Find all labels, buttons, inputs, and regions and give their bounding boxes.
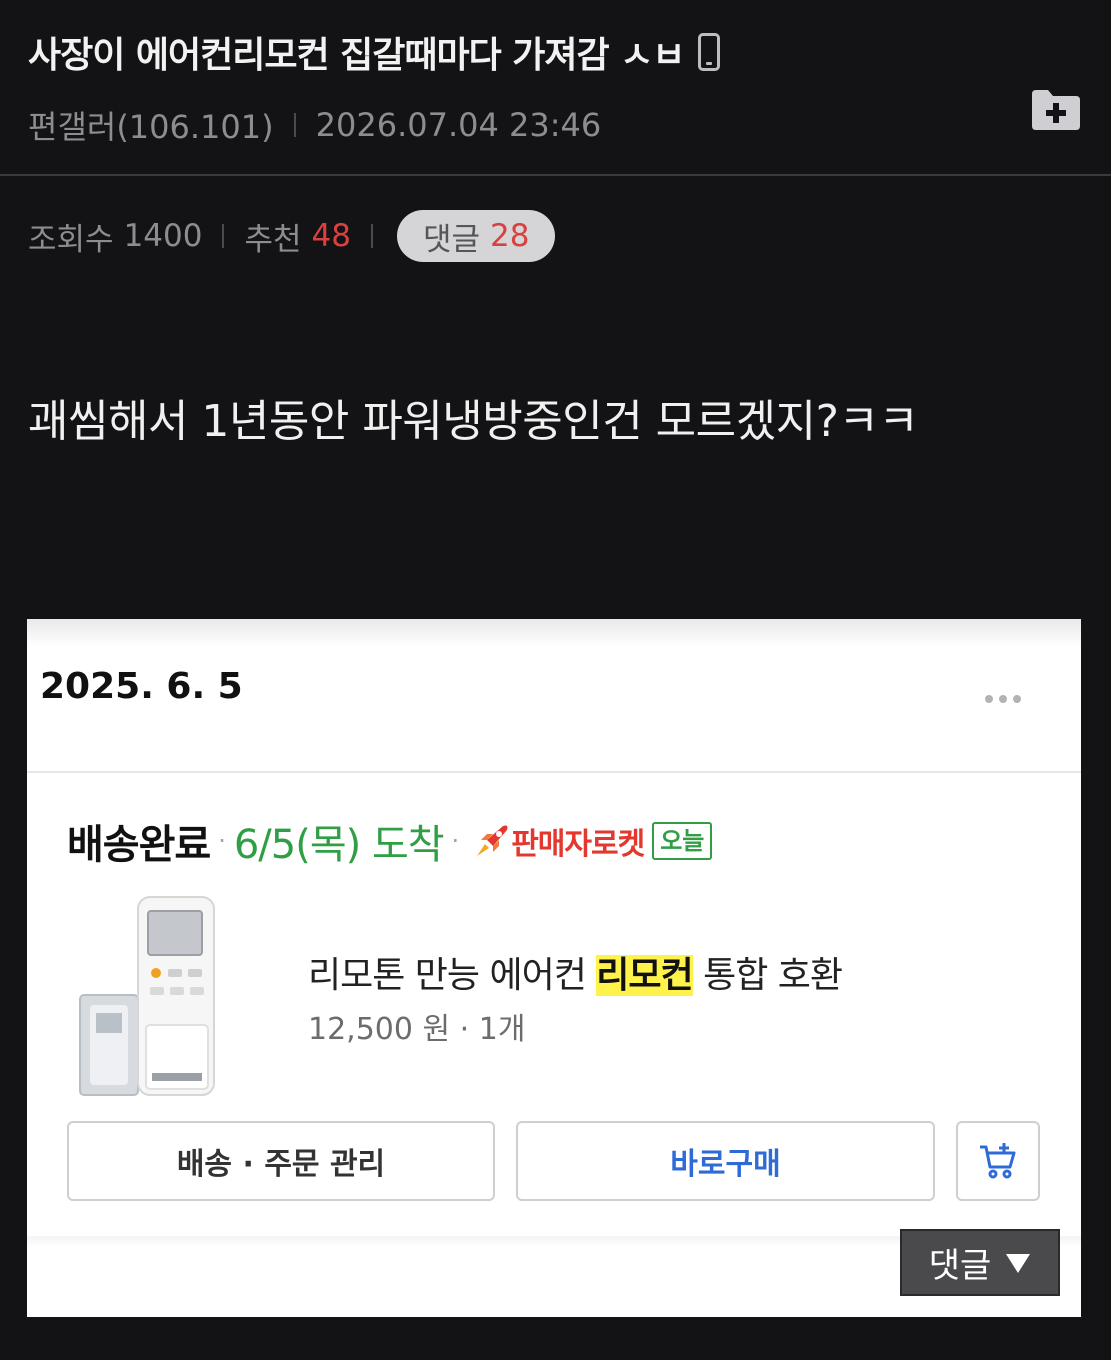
post-title: 사장이 에어컨리모컨 집갈때마다 가져감 ㅅㅂ — [28, 35, 685, 76]
delivery-status-row: 배송완료 · 6/5(목) 도착 · 판매자로켓 오늘 — [67, 812, 713, 870]
comments-label: 댓글 — [422, 221, 481, 258]
product-name[interactable]: 리모톤 만능 에어컨 리모컨 통합 호환 — [308, 946, 843, 998]
buy-now-button[interactable]: 바로구매 — [516, 1121, 935, 1201]
views-count: 1400 — [123, 218, 203, 254]
stats-divider — [222, 224, 225, 248]
add-to-cart-button[interactable] — [956, 1121, 1040, 1201]
cart-add-icon — [980, 1143, 1016, 1179]
post-header: 사장이 에어컨리모컨 집갈때마다 가져감 ㅅㅂ 편갤러(106.101) 202… — [0, 0, 1111, 176]
stats-divider — [370, 224, 373, 248]
delivery-status: 배송완료 — [67, 822, 211, 868]
order-manage-button[interactable]: 배송 · 주문 관리 — [67, 1121, 495, 1201]
floating-comment-button[interactable]: 댓글 — [900, 1229, 1060, 1296]
views-label: 조회수 — [28, 221, 114, 258]
recommend-count: 48 — [311, 218, 351, 254]
product-remote-image — [79, 896, 215, 1096]
status-dot: · — [218, 827, 226, 855]
recommend-label: 추천 — [244, 221, 302, 258]
more-dots-icon[interactable] — [985, 695, 1021, 703]
title-row: 사장이 에어컨리모컨 집갈때마다 가져감 ㅅㅂ — [28, 26, 721, 78]
order-date: 2025. 6. 5 — [40, 666, 243, 707]
meta-divider — [293, 113, 296, 137]
author-name[interactable]: 편갤러(106.101) — [28, 102, 274, 148]
product-name-highlight: 리모컨 — [596, 955, 694, 996]
post-meta: 편갤러(106.101) 2026.07.04 23:46 — [28, 102, 601, 148]
floating-comment-label: 댓글 — [928, 1246, 992, 1286]
mobile-phone-icon — [698, 33, 721, 71]
rocket-delivery-label: 판매자로켓 — [511, 827, 645, 862]
post-datetime: 2026.07.04 23:46 — [315, 106, 602, 144]
post-body: 괘씸해서 1년동안 파워냉방중인건 모르겠지?ㅋㅋ — [28, 396, 919, 447]
arrival-date: 6/5(목) 도착 — [233, 822, 445, 868]
screenshot-top-shade — [27, 619, 1081, 647]
today-badge: 오늘 — [652, 822, 713, 860]
comments-button[interactable]: 댓글 28 — [396, 210, 556, 262]
product-name-part: 리모톤 만능 에어컨 — [308, 955, 597, 996]
comments-count: 28 — [490, 218, 530, 254]
folder-add-button[interactable] — [1030, 88, 1082, 132]
product-price-row: 12,500 원 · 1개 — [308, 1004, 525, 1048]
status-dot: · — [451, 827, 460, 855]
stats-row: 조회수 1400 추천 48 댓글 28 — [28, 210, 556, 262]
product-name-part: 통합 호환 — [692, 955, 843, 996]
price-dot: · — [459, 1012, 479, 1047]
card-divider — [27, 771, 1081, 773]
product-price: 12,500 원 — [308, 1012, 451, 1047]
folder-add-icon — [1032, 90, 1080, 130]
rocket-icon — [477, 825, 508, 856]
caret-down-icon — [1006, 1253, 1031, 1273]
product-quantity: 1개 — [478, 1012, 526, 1047]
